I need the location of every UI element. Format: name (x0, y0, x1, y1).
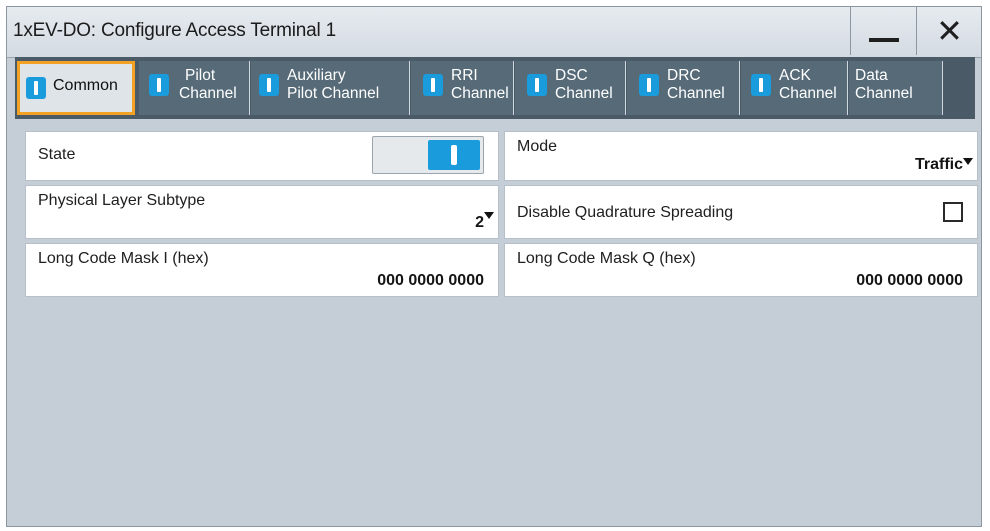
tab-label: Channel (779, 85, 837, 102)
tab-common[interactable]: Common (17, 61, 135, 115)
tab-label: Channel (451, 85, 509, 102)
long-code-mask-i-value: 000 0000 0000 (377, 272, 484, 289)
physical-layer-subtype-select[interactable]: Physical Layer Subtype 2 (25, 185, 499, 239)
tab-label: Data (855, 67, 888, 84)
disable-quadrature-spreading-checkbox[interactable] (943, 202, 963, 222)
tab-label: Auxiliary (287, 67, 346, 84)
tab-auxiliary-pilot-channel[interactable]: Auxiliary Pilot Channel (251, 61, 410, 115)
toggle-on-icon (149, 74, 169, 96)
tab-label: Pilot Channel (287, 85, 380, 102)
mode-label: Mode (517, 138, 558, 155)
window-title: 1xEV-DO: Configure Access Terminal 1 (13, 20, 336, 41)
toggle-on-icon (639, 74, 659, 96)
long-code-mask-i-label: Long Code Mask I (hex) (38, 250, 209, 267)
close-icon: ✕ (936, 13, 963, 49)
state-field: State (25, 131, 499, 181)
toggle-on-icon (259, 74, 279, 96)
tab-pilot-channel[interactable]: Pilot Channel (139, 61, 250, 115)
toggle-on-icon (527, 74, 547, 96)
mode-value: Traffic (914, 156, 963, 173)
tab-rri-channel[interactable]: RRI Channel (411, 61, 514, 115)
toggle-on-icon (428, 140, 480, 170)
physical-layer-subtype-label: Physical Layer Subtype (38, 192, 206, 209)
long-code-mask-q-label: Long Code Mask Q (hex) (517, 250, 696, 267)
dialog-window: 1xEV-DO: Configure Access Terminal 1 ✕ C… (6, 6, 982, 527)
state-label: State (38, 146, 76, 163)
tab-drc-channel[interactable]: DRC Channel (627, 61, 740, 115)
disable-quadrature-spreading-label: Disable Quadrature Spreading (517, 204, 734, 221)
tab-data-channel[interactable]: Data Channel (849, 61, 943, 115)
tab-label: Channel (179, 85, 237, 102)
long-code-mask-q-value: 000 0000 0000 (856, 272, 963, 289)
mode-select[interactable]: Mode Traffic (504, 131, 978, 181)
title-bar: 1xEV-DO: Configure Access Terminal 1 ✕ (7, 7, 981, 58)
minimize-button[interactable] (850, 7, 916, 55)
state-toggle[interactable] (372, 136, 484, 174)
tab-ack-channel[interactable]: ACK Channel (741, 61, 848, 115)
disable-quadrature-spreading-field: Disable Quadrature Spreading (504, 185, 978, 239)
tab-label: Common (53, 77, 118, 94)
tab-label: Channel (667, 85, 725, 102)
tab-dsc-channel[interactable]: DSC Channel (515, 61, 626, 115)
toggle-on-icon (751, 74, 771, 96)
tab-label: DRC (667, 67, 701, 84)
tab-label: RRI (451, 67, 478, 84)
tab-label: Channel (555, 85, 613, 102)
dropdown-arrow-icon (963, 158, 973, 165)
toggle-on-icon (26, 77, 46, 99)
common-settings-panel: State Mode Traffic Physical Layer Subtyp… (15, 119, 978, 524)
tab-strip: Common Pilot Channel Auxiliary Pilot Cha… (15, 57, 975, 119)
dropdown-arrow-icon (484, 212, 494, 219)
long-code-mask-q-field[interactable]: Long Code Mask Q (hex) 000 0000 0000 (504, 243, 978, 297)
close-button[interactable]: ✕ (916, 7, 982, 55)
physical-layer-subtype-value: 2 (475, 214, 484, 231)
tab-label: Pilot (185, 67, 216, 84)
tab-label: DSC (555, 67, 588, 84)
tab-label: Channel (855, 85, 913, 102)
minimize-icon (868, 38, 899, 42)
long-code-mask-i-field[interactable]: Long Code Mask I (hex) 000 0000 0000 (25, 243, 499, 297)
tab-label: ACK (779, 67, 811, 84)
toggle-on-icon (423, 74, 443, 96)
